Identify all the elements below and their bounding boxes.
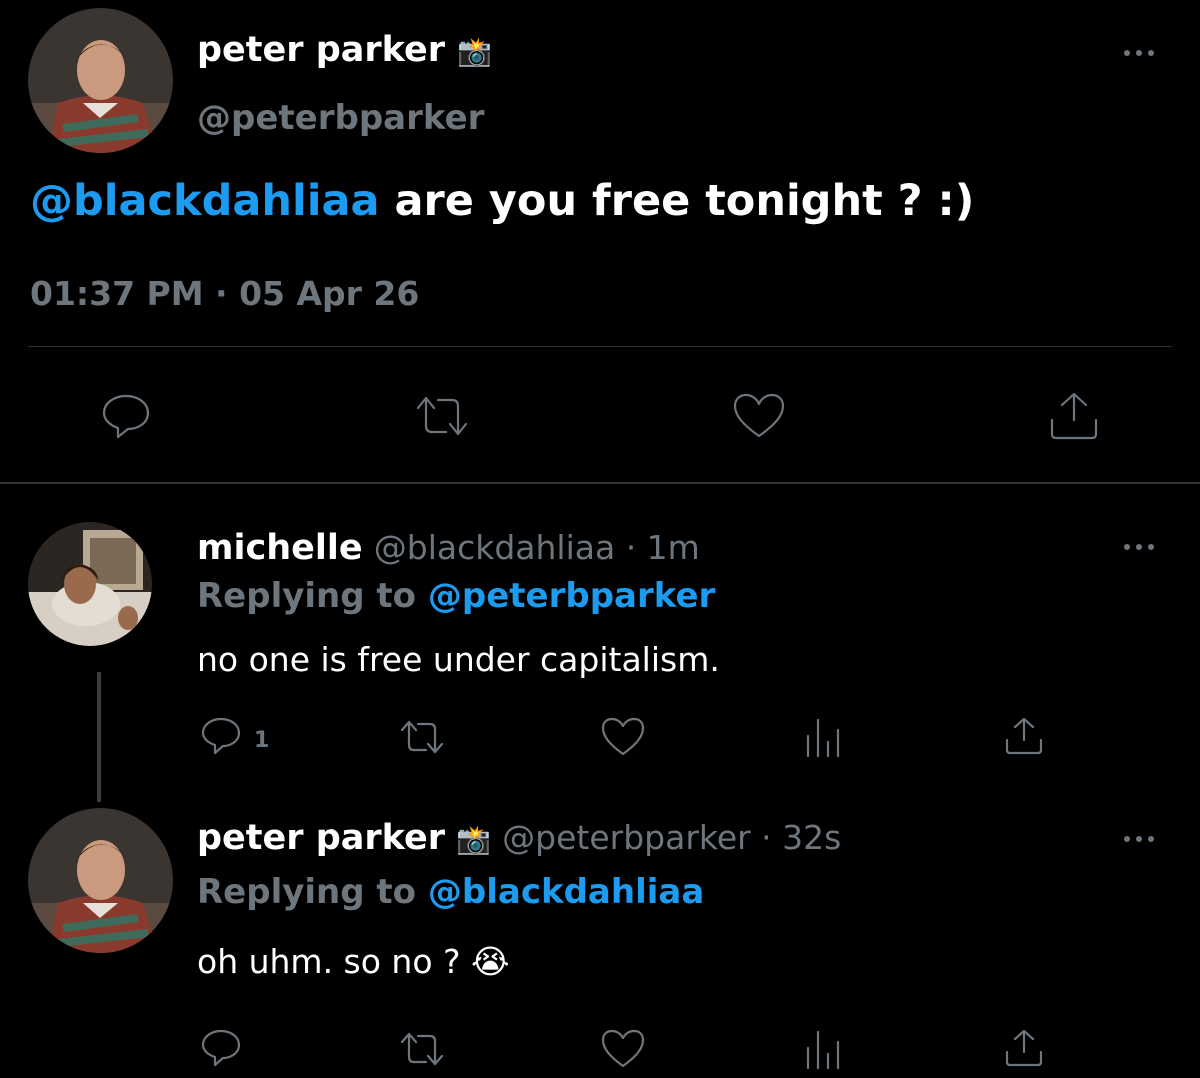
camera-emoji: 📸	[457, 35, 493, 68]
like-icon[interactable]	[732, 392, 786, 440]
crying-emoji: 😭	[471, 942, 510, 981]
main-handle[interactable]: @peterbparker	[197, 98, 484, 138]
share-icon[interactable]	[1048, 390, 1100, 442]
avatar-peter[interactable]	[28, 808, 173, 953]
reply-icon[interactable]	[200, 1028, 242, 1068]
analytics-icon[interactable]	[804, 716, 844, 758]
divider	[28, 346, 1172, 347]
retweet-icon[interactable]	[410, 394, 474, 438]
main-timestamp[interactable]: 01:37 PM · 05 Apr 26	[30, 274, 419, 313]
thread-line	[97, 672, 101, 802]
mention-link[interactable]: @blackdahliaa	[30, 176, 380, 226]
reply1-meta[interactable]: @blackdahliaa · 1m	[374, 528, 700, 567]
retweet-icon[interactable]	[396, 718, 448, 756]
tweet-body: are you free tonight ? :)	[379, 176, 975, 226]
section-divider	[0, 482, 1200, 484]
share-icon[interactable]	[1004, 1028, 1044, 1068]
reply1-text: no one is free under capitalism.	[197, 640, 720, 679]
replying-handle-link[interactable]: @blackdahliaa	[428, 872, 704, 912]
replying-handle-link[interactable]: @peterbparker	[428, 576, 715, 616]
replying-prefix: Replying to	[197, 576, 428, 616]
reply1-display-name[interactable]: michelle	[197, 528, 363, 568]
more-icon[interactable]	[1122, 536, 1162, 556]
reply2-header: peter parker 📸 @peterbparker · 32s	[197, 818, 841, 858]
avatar-peter[interactable]	[28, 8, 173, 153]
reply2-replying-to: Replying to @blackdahliaa	[197, 872, 704, 912]
analytics-icon[interactable]	[804, 1028, 844, 1070]
like-icon[interactable]	[600, 716, 646, 758]
reply1-header: michelle @blackdahliaa · 1m	[197, 528, 700, 568]
reply2-body: oh uhm. so no ?	[197, 942, 472, 981]
camera-emoji: 📸	[456, 823, 491, 856]
more-icon[interactable]	[1122, 42, 1162, 62]
avatar-michelle[interactable]	[28, 522, 152, 646]
more-icon[interactable]	[1122, 828, 1162, 848]
like-icon[interactable]	[600, 1028, 646, 1070]
reply2-meta[interactable]: @peterbparker · 32s	[502, 818, 841, 857]
reply2-display-name[interactable]: peter parker	[197, 818, 445, 858]
reply-icon[interactable]	[200, 716, 242, 756]
reply1-replying-to: Replying to @peterbparker	[197, 576, 715, 616]
share-icon[interactable]	[1004, 716, 1044, 756]
reply-count: 1	[254, 728, 270, 753]
replying-prefix: Replying to	[197, 872, 428, 912]
reply2-text: oh uhm. so no ? 😭	[197, 942, 510, 981]
display-name-text: peter parker	[197, 30, 445, 70]
retweet-icon[interactable]	[396, 1030, 448, 1068]
main-tweet-text: @blackdahliaa are you free tonight ? :)	[30, 176, 974, 226]
reply-icon[interactable]	[100, 392, 152, 440]
main-display-name[interactable]: peter parker 📸	[197, 30, 492, 70]
